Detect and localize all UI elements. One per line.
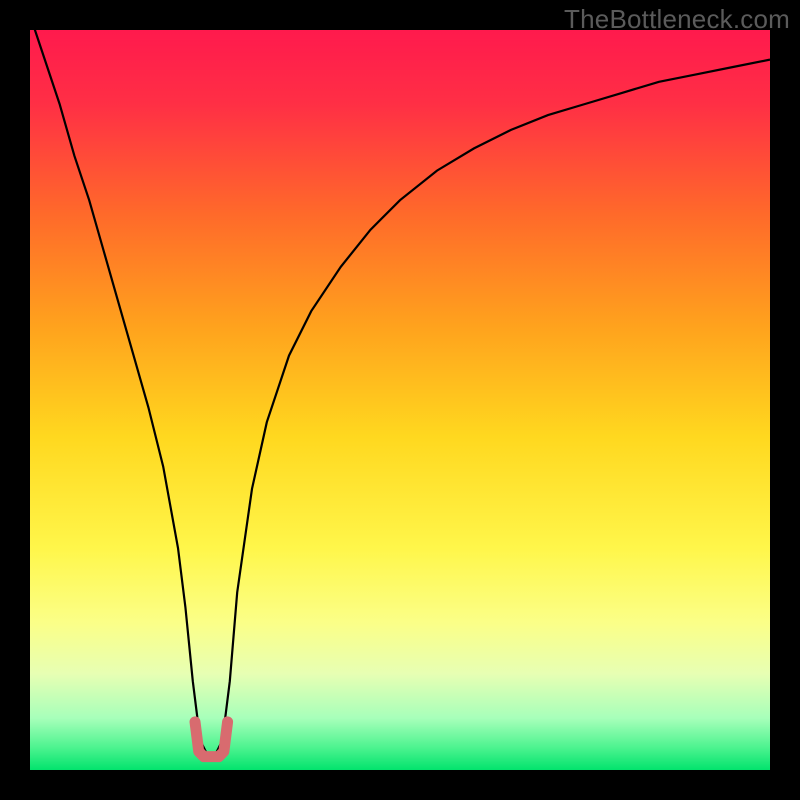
chart-canvas bbox=[30, 30, 770, 770]
plot-area bbox=[30, 30, 770, 770]
watermark-text: TheBottleneck.com bbox=[564, 4, 790, 35]
gradient-background bbox=[30, 30, 770, 770]
outer-frame: TheBottleneck.com bbox=[0, 0, 800, 800]
